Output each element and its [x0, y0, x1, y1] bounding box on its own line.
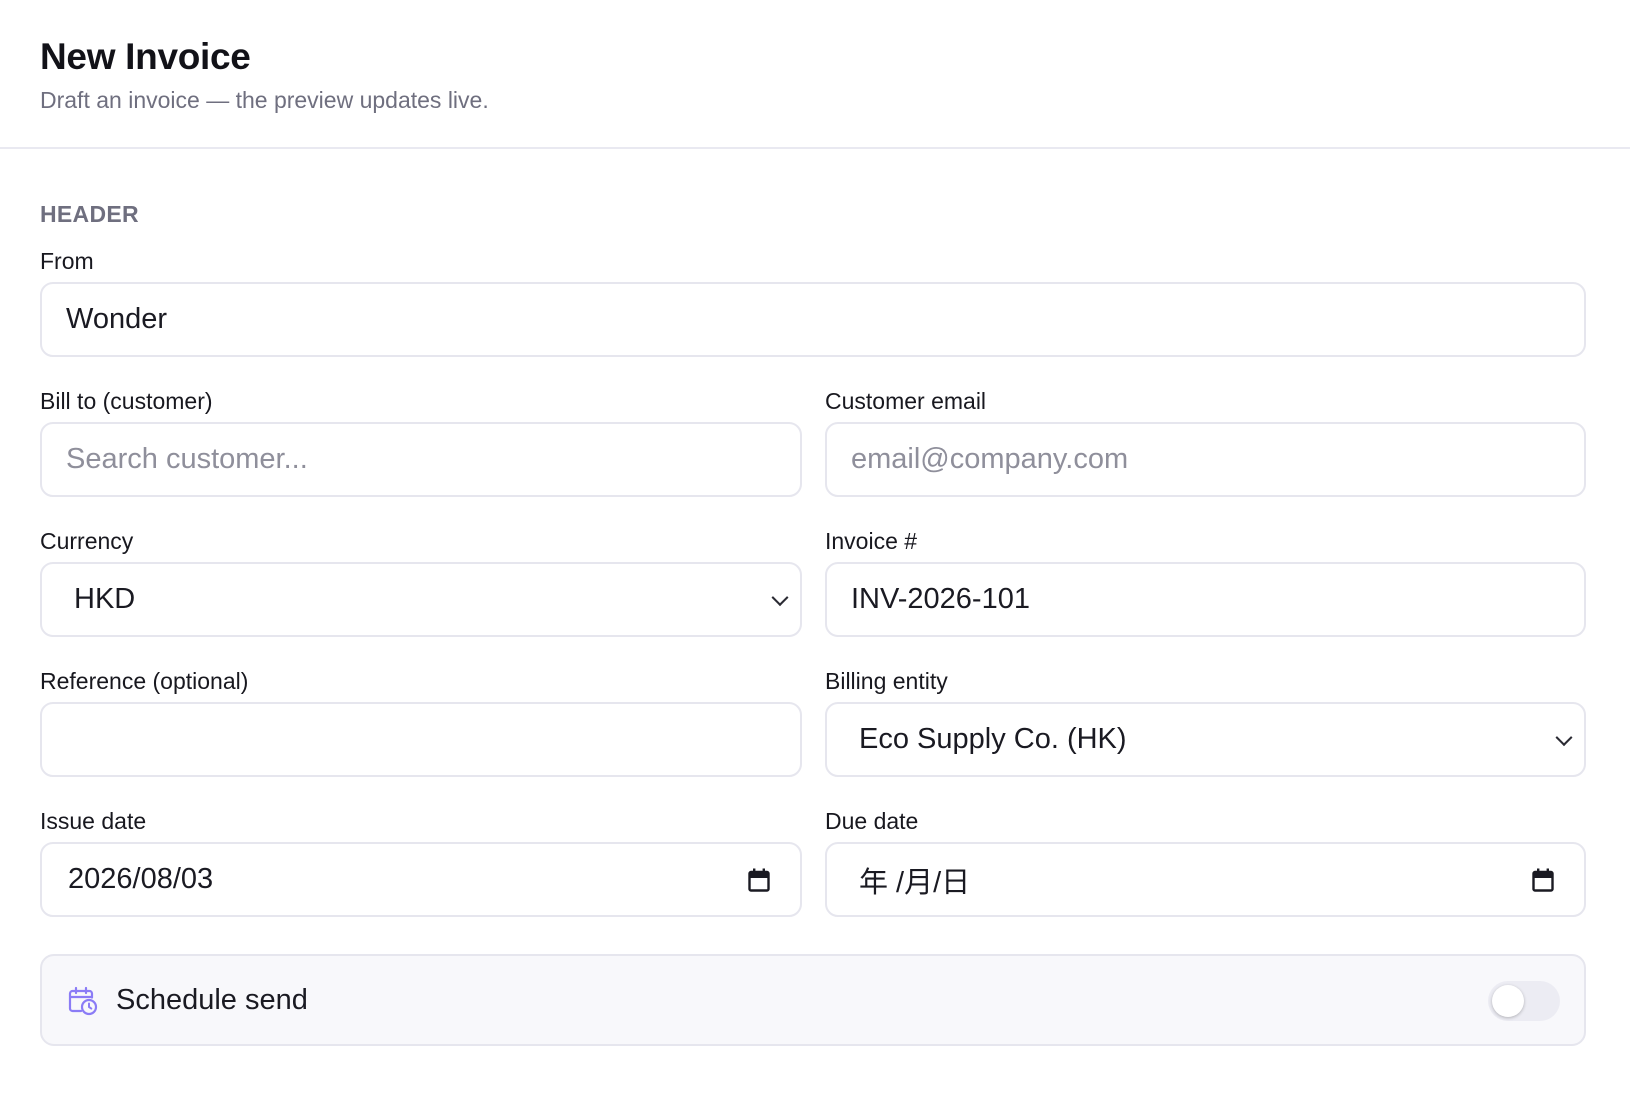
currency-field: Currency HKD — [40, 528, 802, 637]
due-date-label: Due date — [825, 808, 919, 834]
billing-entity-select[interactable]: Eco Supply Co. (HK) — [825, 702, 1586, 777]
issue-date-field: Issue date 2026/08/03 — [40, 808, 802, 917]
billing-entity-field: Billing entity Eco Supply Co. (HK) — [825, 668, 1586, 777]
currency-select[interactable]: HKD — [40, 562, 802, 637]
page-header: New Invoice Draft an invoice — the previ… — [0, 0, 1630, 149]
schedule-send-card: Schedule send — [40, 954, 1586, 1046]
bill-to-search-input[interactable] — [40, 422, 802, 497]
invoice-number-label: Invoice # — [825, 528, 918, 554]
bill-to-field: Bill to (customer) — [40, 388, 802, 497]
billing-entity-select-value: Eco Supply Co. (HK) — [859, 723, 1127, 755]
page-subtitle: Draft an invoice — the preview updates l… — [40, 87, 489, 113]
due-date-value: 年 /月/日 — [859, 866, 971, 899]
reference-input[interactable] — [40, 702, 802, 777]
calendar-icon[interactable] — [1532, 868, 1554, 892]
due-date-input[interactable]: 年 /月/日 — [825, 842, 1586, 917]
issue-date-label: Issue date — [40, 808, 147, 834]
calendar-clock-icon — [68, 986, 98, 1016]
reference-field: Reference (optional) — [40, 668, 802, 777]
invoice-number-input[interactable] — [825, 562, 1586, 637]
schedule-send-label: Schedule send — [116, 983, 308, 1016]
section-label-header: HEADER — [40, 201, 139, 227]
bill-to-label: Bill to (customer) — [40, 388, 213, 414]
currency-select-value: HKD — [74, 583, 136, 615]
issue-date-value: 2026/08/03 — [68, 863, 214, 895]
issue-date-input[interactable]: 2026/08/03 — [40, 842, 802, 917]
invoice-page: New Invoice Draft an invoice — the previ… — [0, 0, 1630, 1094]
invoice-number-field: Invoice # — [825, 528, 1586, 637]
from-input[interactable] — [40, 282, 1586, 357]
currency-label: Currency — [40, 528, 134, 554]
customer-email-input[interactable] — [825, 422, 1586, 497]
customer-email-field: Customer email — [825, 388, 1586, 497]
from-field: From — [40, 248, 1586, 357]
due-date-field: Due date 年 /月/日 — [825, 808, 1586, 917]
schedule-send-toggle[interactable] — [1488, 981, 1560, 1021]
page-title: New Invoice — [40, 36, 251, 77]
calendar-icon[interactable] — [748, 868, 770, 892]
customer-email-label: Customer email — [825, 388, 987, 414]
from-label: From — [40, 248, 94, 274]
chevron-down-icon — [1555, 728, 1573, 746]
toggle-knob — [1492, 985, 1524, 1017]
billing-entity-label: Billing entity — [825, 668, 948, 694]
reference-label: Reference (optional) — [40, 668, 249, 694]
chevron-down-icon — [771, 588, 789, 606]
